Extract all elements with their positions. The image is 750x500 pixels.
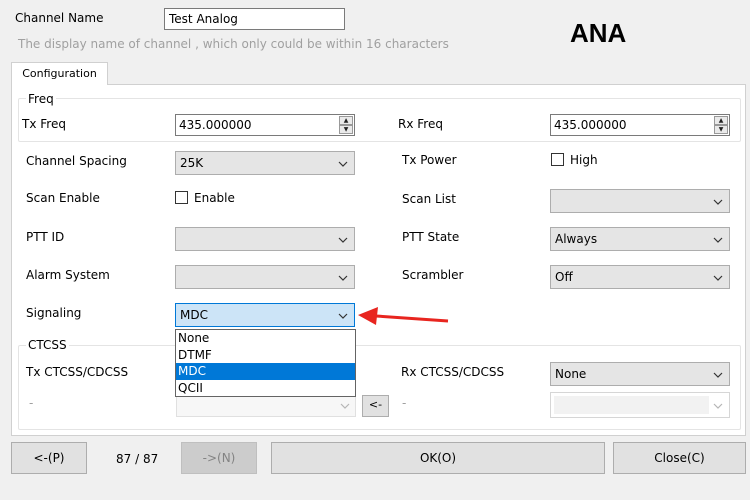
scan-enable-checkbox[interactable] — [175, 191, 188, 204]
tx-freq-spinbox[interactable]: 435.000000 ▲ ▼ — [175, 114, 355, 136]
chevron-down-icon — [713, 372, 723, 378]
tx-power-high-label: High — [570, 153, 598, 167]
close-button[interactable]: Close(C) — [613, 442, 746, 474]
freq-group-title: Freq — [26, 92, 56, 106]
chevron-down-icon — [338, 161, 348, 167]
channel-name-input[interactable]: Test Analog — [164, 8, 345, 30]
signaling-option-qcii[interactable]: QCII — [176, 380, 355, 397]
ptt-state-label: PTT State — [402, 230, 460, 244]
rx-freq-label: Rx Freq — [398, 117, 443, 131]
channel-spacing-select[interactable]: 25K — [175, 151, 355, 175]
signaling-dropdown-list: None DTMF MDC QCII — [175, 329, 356, 397]
ctcss-group-title: CTCSS — [26, 338, 69, 352]
chevron-down-icon — [338, 275, 348, 281]
mode-code-label: ANA — [570, 18, 627, 48]
chevron-down-icon — [713, 237, 723, 243]
scan-enable-label: Scan Enable — [26, 191, 100, 205]
chevron-down-icon — [713, 403, 723, 409]
tx-power-high-checkbox[interactable] — [551, 153, 564, 166]
scrambler-label: Scrambler — [402, 268, 464, 282]
chevron-down-icon — [340, 403, 350, 409]
chevron-down-icon — [338, 237, 348, 243]
rx-ctcss-sub-label: - — [402, 396, 407, 410]
prev-channel-button[interactable]: <-(P) — [11, 442, 87, 474]
channel-name-label: Channel Name — [15, 11, 104, 25]
channel-name-hint: The display name of channel , which only… — [18, 37, 449, 51]
chevron-down-icon — [713, 275, 723, 281]
ptt-state-value: Always — [555, 232, 598, 246]
rx-freq-spinbox[interactable]: 435.000000 ▲ ▼ — [550, 114, 730, 136]
rx-freq-value: 435.000000 — [554, 118, 627, 132]
tx-power-label: Tx Power — [402, 153, 457, 167]
signaling-label: Signaling — [26, 306, 82, 320]
tx-freq-label: Tx Freq — [22, 117, 66, 131]
ptt-id-select[interactable] — [175, 227, 355, 251]
ptt-id-label: PTT ID — [26, 230, 65, 244]
rx-ctcss-select[interactable]: None — [550, 362, 730, 386]
tx-freq-up-arrow-icon[interactable]: ▲ — [339, 116, 353, 125]
signaling-option-dtmf[interactable]: DTMF — [176, 347, 355, 364]
channel-spacing-value: 25K — [180, 156, 204, 170]
channel-spacing-label: Channel Spacing — [26, 154, 127, 168]
scan-list-select[interactable] — [550, 189, 730, 213]
signaling-option-mdc[interactable]: MDC — [176, 363, 355, 380]
ptt-state-select[interactable]: Always — [550, 227, 730, 251]
rx-freq-up-arrow-icon[interactable]: ▲ — [714, 116, 728, 125]
tx-freq-value: 435.000000 — [179, 118, 252, 132]
scrambler-value: Off — [555, 270, 573, 284]
next-channel-button[interactable]: ->(N) — [181, 442, 257, 474]
ok-button[interactable]: OK(O) — [271, 442, 605, 474]
rx-freq-down-arrow-icon[interactable]: ▼ — [714, 125, 728, 134]
chevron-down-icon — [713, 199, 723, 205]
rx-ctcss-value: None — [555, 367, 587, 381]
tab-configuration[interactable]: Configuration — [11, 62, 108, 85]
tx-freq-down-arrow-icon[interactable]: ▼ — [339, 125, 353, 134]
scan-enable-option-label: Enable — [194, 191, 235, 205]
annotation-arrow-icon — [358, 307, 449, 325]
scrambler-select[interactable]: Off — [550, 265, 730, 289]
tx-ctcss-label: Tx CTCSS/CDCSS — [26, 365, 129, 379]
signaling-select[interactable]: MDC — [175, 303, 355, 327]
copy-tx-to-rx-button[interactable]: <- — [362, 395, 389, 417]
tx-ctcss-sub-label: - — [29, 396, 34, 410]
chevron-down-icon — [338, 313, 348, 319]
alarm-system-select[interactable] — [175, 265, 355, 289]
rx-ctcss-sub-select[interactable] — [550, 392, 730, 418]
rx-ctcss-label: Rx CTCSS/CDCSS — [401, 365, 505, 379]
signaling-value: MDC — [180, 308, 208, 322]
alarm-system-label: Alarm System — [26, 268, 110, 282]
signaling-option-none[interactable]: None — [176, 330, 355, 347]
page-indicator: 87 / 87 — [116, 452, 159, 466]
scan-list-label: Scan List — [402, 192, 456, 206]
